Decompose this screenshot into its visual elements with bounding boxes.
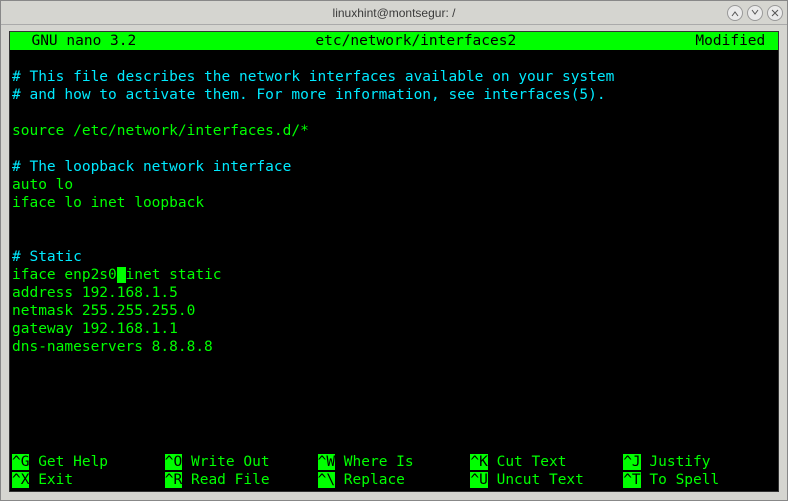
editor-line: netmask 255.255.255.0 (12, 302, 776, 320)
editor-line (12, 104, 776, 122)
window-title: linuxhint@montsegur: / (333, 6, 456, 20)
shortcut-label: Read File (182, 472, 269, 488)
shortcut-item: ^J Justify (623, 453, 776, 471)
shortcut-item: ^O Write Out (165, 453, 318, 471)
shortcut-row: ^X Exit^R Read File^\ Replace^U Uncut Te… (12, 471, 776, 489)
editor-line: dns-nameservers 8.8.8.8 (12, 338, 776, 356)
shortcut-item: ^K Cut Text (470, 453, 623, 471)
shortcut-key: ^T (623, 472, 640, 488)
text-cursor (117, 267, 126, 283)
editor-line: source /etc/network/interfaces.d/* (12, 122, 776, 140)
window-titlebar: linuxhint@montsegur: / (1, 1, 787, 25)
shortcut-item: ^T To Spell (623, 471, 776, 489)
editor-line: iface enp2s0 inet static (12, 266, 776, 284)
maximize-button[interactable] (747, 5, 763, 21)
nano-version: GNU nano 3.2 (14, 32, 136, 50)
close-button[interactable] (767, 5, 783, 21)
editor-line: address 192.168.1.5 (12, 284, 776, 302)
nano-header: GNU nano 3.2 etc/network/interfaces2 Mod… (10, 32, 778, 50)
editor-line: # This file describes the network interf… (12, 68, 776, 86)
shortcut-key: ^K (470, 454, 487, 470)
shortcut-key: ^X (12, 472, 29, 488)
editor-line (12, 230, 776, 248)
shortcut-key: ^U (470, 472, 487, 488)
shortcut-label: Uncut Text (488, 472, 584, 488)
shortcut-label: Replace (335, 472, 405, 488)
editor-line: # Static (12, 248, 776, 266)
shortcut-key: ^G (12, 454, 29, 470)
editor-line: # and how to activate them. For more inf… (12, 86, 776, 104)
editor-line: iface lo inet loopback (12, 194, 776, 212)
nano-filename: etc/network/interfaces2 (136, 32, 695, 50)
nano-status: Modified (695, 32, 774, 50)
shortcut-label: Exit (29, 472, 73, 488)
shortcut-item: ^R Read File (165, 471, 318, 489)
nano-shortcuts: ^G Get Help^O Write Out^W Where Is^K Cut… (10, 453, 778, 491)
shortcut-label: Get Help (29, 454, 108, 470)
window-controls (727, 5, 783, 21)
shortcut-label: Write Out (182, 454, 269, 470)
shortcut-key: ^R (165, 472, 182, 488)
shortcut-label: Justify (641, 454, 711, 470)
shortcut-item: ^W Where Is (318, 453, 471, 471)
shortcut-item: ^\ Replace (318, 471, 471, 489)
shortcut-label: Cut Text (488, 454, 567, 470)
shortcut-key: ^W (318, 454, 335, 470)
terminal-area[interactable]: GNU nano 3.2 etc/network/interfaces2 Mod… (9, 31, 779, 492)
editor-line (12, 50, 776, 68)
terminal-window: linuxhint@montsegur: / GNU nano 3.2 etc/… (0, 0, 788, 501)
minimize-button[interactable] (727, 5, 743, 21)
shortcut-key: ^O (165, 454, 182, 470)
shortcut-item: ^U Uncut Text (470, 471, 623, 489)
editor-line (12, 212, 776, 230)
editor-line: # The loopback network interface (12, 158, 776, 176)
editor-line: gateway 192.168.1.1 (12, 320, 776, 338)
shortcut-label: Where Is (335, 454, 414, 470)
shortcut-key: ^J (623, 454, 640, 470)
shortcut-key: ^\ (318, 472, 335, 488)
shortcut-label: To Spell (641, 472, 720, 488)
shortcut-item: ^X Exit (12, 471, 165, 489)
editor-line: auto lo (12, 176, 776, 194)
editor-line (12, 140, 776, 158)
shortcut-item: ^G Get Help (12, 453, 165, 471)
editor-content[interactable]: # This file describes the network interf… (10, 50, 778, 356)
shortcut-row: ^G Get Help^O Write Out^W Where Is^K Cut… (12, 453, 776, 471)
